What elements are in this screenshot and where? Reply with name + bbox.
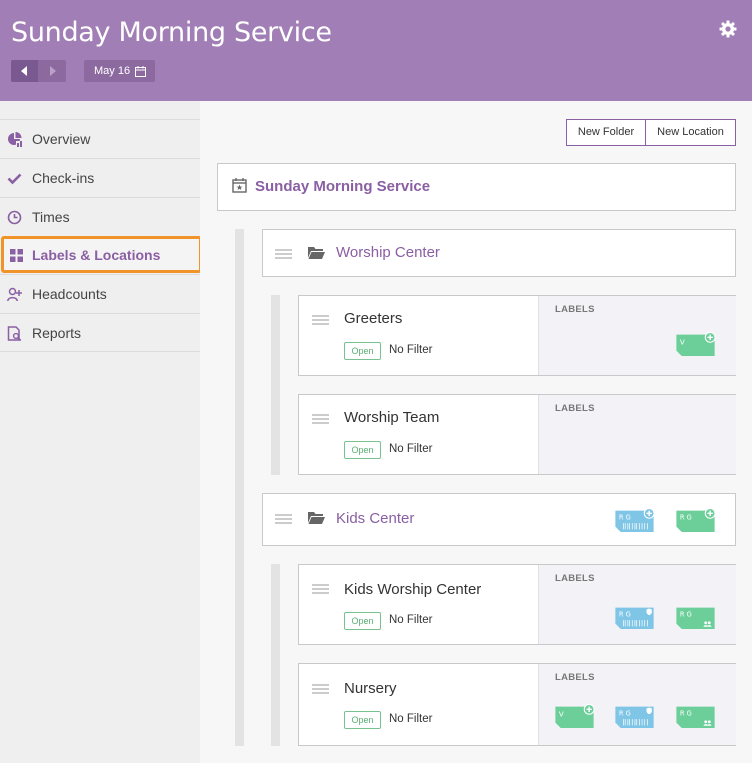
- folder-name: Kids Center: [336, 510, 415, 527]
- sidebar-item-label: Check-ins: [32, 170, 95, 186]
- location-name: Nursery: [344, 680, 397, 697]
- regular-barcode-label-shield-icon[interactable]: R G: [613, 704, 656, 728]
- labels-panel: LABELS: [538, 395, 736, 474]
- sidebar-item-label: Overview: [32, 131, 91, 147]
- report-icon: [7, 326, 22, 341]
- label-tag-text: V: [559, 709, 564, 718]
- clock-icon: [7, 210, 22, 225]
- folder-track: [271, 295, 280, 475]
- location-card[interactable]: LABELS: [298, 564, 736, 645]
- filter-text: No Filter: [389, 614, 433, 626]
- checkmark-icon: [7, 173, 22, 185]
- folder-track: [271, 564, 280, 746]
- label-tag-text: R G: [619, 710, 631, 718]
- label-tag-text: R G: [680, 710, 692, 718]
- sidebar-item-label: Reports: [32, 325, 82, 341]
- chevron-right-icon: [50, 66, 56, 76]
- labels-header: LABELS: [555, 672, 595, 683]
- volunteer-label-add-icon[interactable]: V: [553, 704, 596, 728]
- page-title: Sunday Morning Service: [11, 17, 332, 48]
- label-tag-text: R G: [619, 514, 631, 522]
- sidebar: Overview Check-ins Times Labels & Locati…: [0, 101, 202, 763]
- sidebar-item-overview[interactable]: Overview: [0, 119, 200, 158]
- drag-handle-icon[interactable]: [312, 414, 329, 425]
- service-title: Sunday Morning Service: [255, 178, 431, 195]
- folder-card[interactable]: [262, 229, 736, 277]
- label-tag-text: R G: [619, 611, 631, 619]
- sidebar-item-reports[interactable]: Reports: [0, 313, 200, 352]
- sidebar-item-headcounts[interactable]: Headcounts: [0, 274, 200, 313]
- folder-icon: [308, 512, 325, 524]
- folder-card[interactable]: [262, 493, 736, 546]
- location-name: Greeters: [344, 310, 403, 327]
- labels-header: LABELS: [555, 573, 595, 584]
- labels-header: LABELS: [555, 304, 595, 315]
- filter-text: No Filter: [389, 344, 433, 356]
- filter-text: No Filter: [389, 713, 433, 725]
- calendar-icon: [135, 66, 146, 77]
- sidebar-item-check-ins[interactable]: Check-ins: [0, 158, 200, 197]
- new-location-button[interactable]: New Location: [645, 119, 736, 146]
- location-name: Worship Team: [344, 409, 440, 426]
- drag-handle-icon[interactable]: [312, 584, 329, 595]
- status-badge: Open: [344, 441, 381, 459]
- drag-handle-icon[interactable]: [312, 315, 329, 326]
- status-badge: Open: [344, 612, 381, 630]
- regular-label-add-icon[interactable]: R G: [674, 508, 717, 532]
- regular-barcode-label-add-icon[interactable]: R G: [613, 508, 656, 532]
- date-nav: [11, 60, 66, 82]
- header-bar: Sunday Morning Service May 16: [0, 0, 752, 101]
- previous-date-button[interactable]: [11, 60, 38, 82]
- calendar-star-icon: [232, 178, 247, 193]
- folder-name: Worship Center: [336, 244, 440, 261]
- volunteer-label-add-icon[interactable]: V: [674, 332, 717, 356]
- regular-label-people-icon[interactable]: R G: [674, 704, 717, 728]
- location-card[interactable]: LABELS: [298, 394, 736, 475]
- status-badge: Open: [344, 711, 381, 729]
- drag-handle-icon[interactable]: [312, 684, 329, 695]
- person-add-icon: [7, 287, 22, 302]
- sidebar-item-label: Labels & Locations: [32, 247, 161, 263]
- status-badge: Open: [344, 342, 381, 360]
- new-folder-button[interactable]: New Folder: [566, 119, 646, 146]
- overview-icon: [8, 132, 22, 147]
- location-name: Kids Worship Center: [344, 581, 482, 598]
- drag-handle-icon[interactable]: [275, 514, 292, 525]
- chevron-left-icon: [21, 66, 27, 76]
- sidebar-item-label: Times: [32, 209, 70, 225]
- labels-header: LABELS: [555, 403, 595, 414]
- date-picker-button[interactable]: May 16: [84, 60, 155, 82]
- regular-label-people-icon[interactable]: R G: [674, 605, 717, 629]
- next-date-button[interactable]: [39, 60, 66, 82]
- sidebar-item-label: Headcounts: [32, 286, 107, 302]
- label-tag-text: R G: [680, 611, 692, 619]
- sidebar-item-labels-locations[interactable]: Labels & Locations: [1, 236, 202, 273]
- date-label: May 16: [94, 65, 131, 77]
- label-tag-text: V: [680, 337, 685, 346]
- service-track: [235, 229, 244, 746]
- regular-barcode-label-shield-icon[interactable]: R G: [613, 605, 656, 629]
- label-tag-text: R G: [680, 514, 692, 522]
- drag-handle-icon[interactable]: [275, 249, 292, 260]
- location-card[interactable]: LABELS: [298, 663, 736, 746]
- folder-icon: [308, 247, 325, 259]
- sidebar-item-times[interactable]: Times: [0, 197, 200, 236]
- location-card[interactable]: LABELS: [298, 295, 736, 376]
- settings-gear-icon[interactable]: [718, 19, 738, 39]
- sidebar-divider: [0, 351, 200, 352]
- filter-text: No Filter: [389, 443, 433, 455]
- grid-icon: [10, 249, 23, 262]
